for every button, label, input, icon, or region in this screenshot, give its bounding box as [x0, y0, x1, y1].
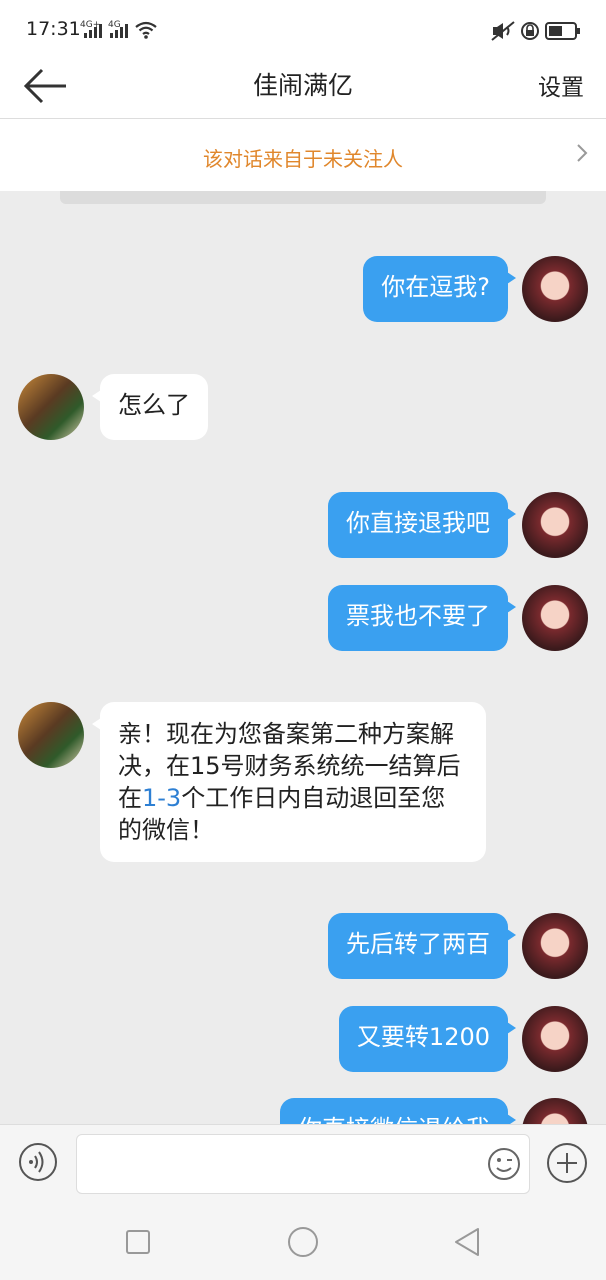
signal-icon-2: [110, 22, 128, 38]
signal-icon-1: [84, 22, 102, 38]
my-avatar[interactable]: [522, 1098, 588, 1124]
battery-icon: [545, 22, 580, 40]
recent-apps-icon[interactable]: [118, 1222, 158, 1262]
voice-icon[interactable]: [18, 1142, 58, 1182]
incoming-message-bubble[interactable]: 怎么了: [92, 374, 208, 440]
chat-title: 佳闹满亿: [252, 71, 353, 100]
notice-text: 该对话来自于未关注人: [203, 147, 403, 171]
message-row: 先后转了两百: [0, 913, 606, 983]
outgoing-message-bubble[interactable]: 你在逗我?: [363, 256, 516, 322]
contact-avatar[interactable]: [18, 374, 84, 440]
alarm-icon: [521, 22, 539, 40]
outgoing-message-bubble[interactable]: 票我也不要了: [328, 585, 516, 651]
my-avatar[interactable]: [522, 492, 588, 558]
message-link[interactable]: 1-3: [142, 784, 181, 812]
outgoing-message-bubble[interactable]: 你直接退我吧: [328, 492, 516, 558]
status-bar: 17:31 4G+ 4G: [0, 0, 606, 60]
message-row: 你在逗我?: [0, 256, 606, 326]
settings-button[interactable]: 设置: [538, 68, 584, 102]
message-row: 又要转1200: [0, 1006, 606, 1076]
my-avatar[interactable]: [522, 913, 588, 979]
mute-icon: [491, 21, 515, 41]
message-row: 怎么了: [0, 374, 606, 444]
message-row: 你直接退我吧: [0, 492, 606, 562]
my-avatar[interactable]: [522, 585, 588, 651]
message-row: 亲！现在为您备案第二种方案解决，在15号财务系统统一结算后在1-3个工作日内自动…: [0, 702, 606, 862]
my-avatar[interactable]: [522, 1006, 588, 1072]
incoming-message-bubble[interactable]: 亲！现在为您备案第二种方案解决，在15号财务系统统一结算后在1-3个工作日内自动…: [92, 702, 486, 862]
system-navigation-bar: [0, 1202, 606, 1280]
chat-header: 佳闹满亿 设置: [0, 60, 606, 119]
message-row: 票我也不要了: [0, 585, 606, 655]
my-avatar[interactable]: [522, 256, 588, 322]
home-icon[interactable]: [283, 1222, 323, 1262]
message-row: 你直接微信退给我: [0, 1098, 606, 1124]
back-arrow-icon[interactable]: [22, 66, 70, 106]
add-icon[interactable]: [546, 1142, 588, 1184]
emoji-icon[interactable]: [487, 1147, 521, 1181]
status-time: 17:31: [26, 18, 81, 40]
outgoing-message-bubble[interactable]: 先后转了两百: [328, 913, 516, 979]
back-icon[interactable]: [448, 1222, 488, 1262]
input-bar: [0, 1124, 606, 1203]
outgoing-message-bubble[interactable]: 你直接微信退给我: [280, 1098, 516, 1124]
outgoing-message-bubble[interactable]: 又要转1200: [338, 1006, 517, 1072]
unfollowed-notice-banner[interactable]: 该对话来自于未关注人: [0, 119, 606, 191]
message-input[interactable]: [76, 1134, 530, 1194]
contact-avatar[interactable]: [18, 702, 84, 768]
chevron-right-icon: [577, 144, 588, 162]
wifi-icon: [135, 21, 157, 39]
